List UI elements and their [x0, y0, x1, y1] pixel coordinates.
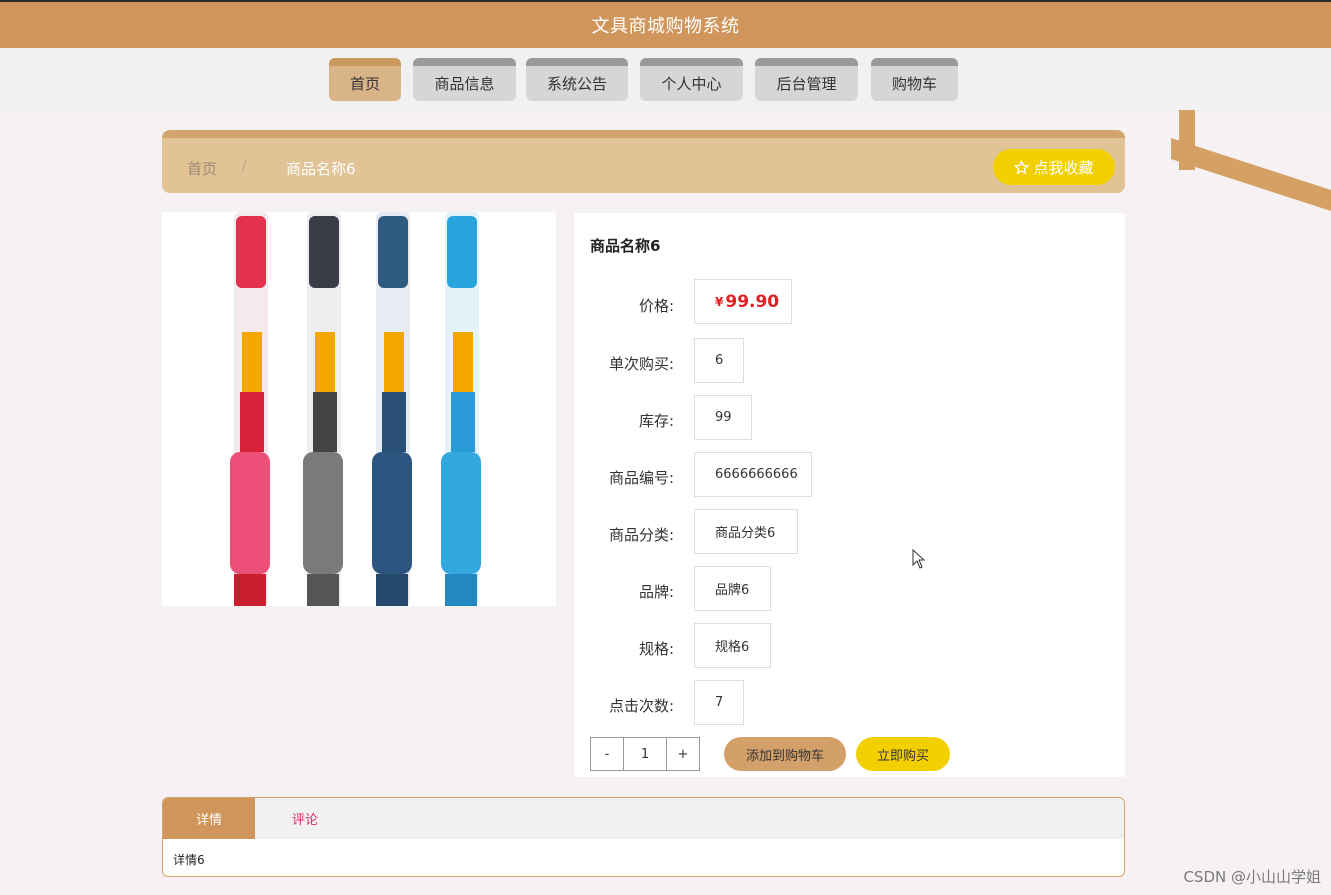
- pen-black-icon: [303, 212, 343, 606]
- breadcrumb: 首页 / 商品名称6 点我收藏: [162, 130, 1125, 193]
- details-content: 详情6: [173, 853, 205, 867]
- spec-label: 规格:: [638, 640, 674, 658]
- site-title: 文具商城购物系统: [591, 16, 740, 37]
- category-value: 商品分类6: [694, 509, 798, 554]
- decorative-shape: [1171, 110, 1331, 220]
- brand-value: 品牌6: [694, 566, 771, 611]
- favorite-button-label: 点我收藏: [1033, 158, 1094, 177]
- stock-label: 库存:: [638, 412, 674, 430]
- quantity-input[interactable]: 1: [623, 738, 667, 770]
- mouse-cursor-icon: [912, 549, 926, 569]
- quantity-stepper: - 1 +: [590, 737, 700, 771]
- nav-home[interactable]: 首页: [329, 58, 401, 101]
- pen-red-icon: [230, 212, 270, 606]
- nav-profile[interactable]: 个人中心: [640, 58, 743, 101]
- watermark: CSDN @小山山学姐: [1183, 868, 1321, 886]
- currency-symbol: ¥: [715, 294, 724, 309]
- main-nav: 首页 商品信息 系统公告 个人中心 后台管理 购物车: [0, 48, 1331, 112]
- tab-comments[interactable]: 评论: [255, 798, 355, 839]
- nav-announcements[interactable]: 系统公告: [526, 58, 628, 101]
- spec-value: 规格6: [694, 623, 771, 668]
- per-purchase-value: 6: [694, 338, 744, 383]
- clicks-value: 7: [694, 680, 744, 725]
- add-to-cart-button[interactable]: 添加到购物车: [724, 737, 846, 771]
- favorite-button[interactable]: 点我收藏: [993, 149, 1115, 185]
- quantity-increase-button[interactable]: +: [667, 738, 699, 770]
- category-label: 商品分类:: [608, 526, 674, 544]
- pen-darkblue-icon: [372, 212, 412, 606]
- pen-lightblue-icon: [441, 212, 481, 606]
- brand-label: 品牌:: [638, 583, 674, 601]
- nav-admin[interactable]: 后台管理: [755, 58, 858, 101]
- top-header: 文具商城购物系统: [0, 0, 1331, 48]
- stock-value: 99: [694, 395, 752, 440]
- price-value: ¥ 99.90: [694, 279, 792, 324]
- clicks-label: 点击次数:: [608, 697, 674, 715]
- buy-now-button[interactable]: 立即购买: [856, 737, 950, 771]
- code-value: 6666666666: [694, 452, 812, 497]
- product-image: [162, 212, 556, 606]
- nav-cart[interactable]: 购物车: [871, 58, 958, 101]
- tabs-header: 详情 评论: [163, 798, 1124, 839]
- breadcrumb-home-link[interactable]: 首页: [187, 158, 217, 179]
- product-name: 商品名称6: [590, 237, 661, 255]
- breadcrumb-current: 商品名称6: [286, 160, 356, 178]
- price-label: 价格:: [638, 297, 674, 315]
- breadcrumb-separator: /: [242, 158, 247, 174]
- product-info-panel: 商品名称6 价格: ¥ 99.90 单次购买: 6 库存: 99 商品编号: 6…: [574, 213, 1125, 777]
- nav-products[interactable]: 商品信息: [413, 58, 516, 101]
- tab-details[interactable]: 详情: [163, 798, 255, 839]
- per-purchase-label: 单次购买:: [608, 355, 674, 373]
- code-label: 商品编号:: [608, 469, 674, 487]
- star-icon: [1014, 159, 1030, 174]
- price-amount: 99.90: [725, 291, 780, 312]
- quantity-decrease-button[interactable]: -: [591, 738, 623, 770]
- detail-tabs: 详情 评论 详情6: [162, 797, 1125, 877]
